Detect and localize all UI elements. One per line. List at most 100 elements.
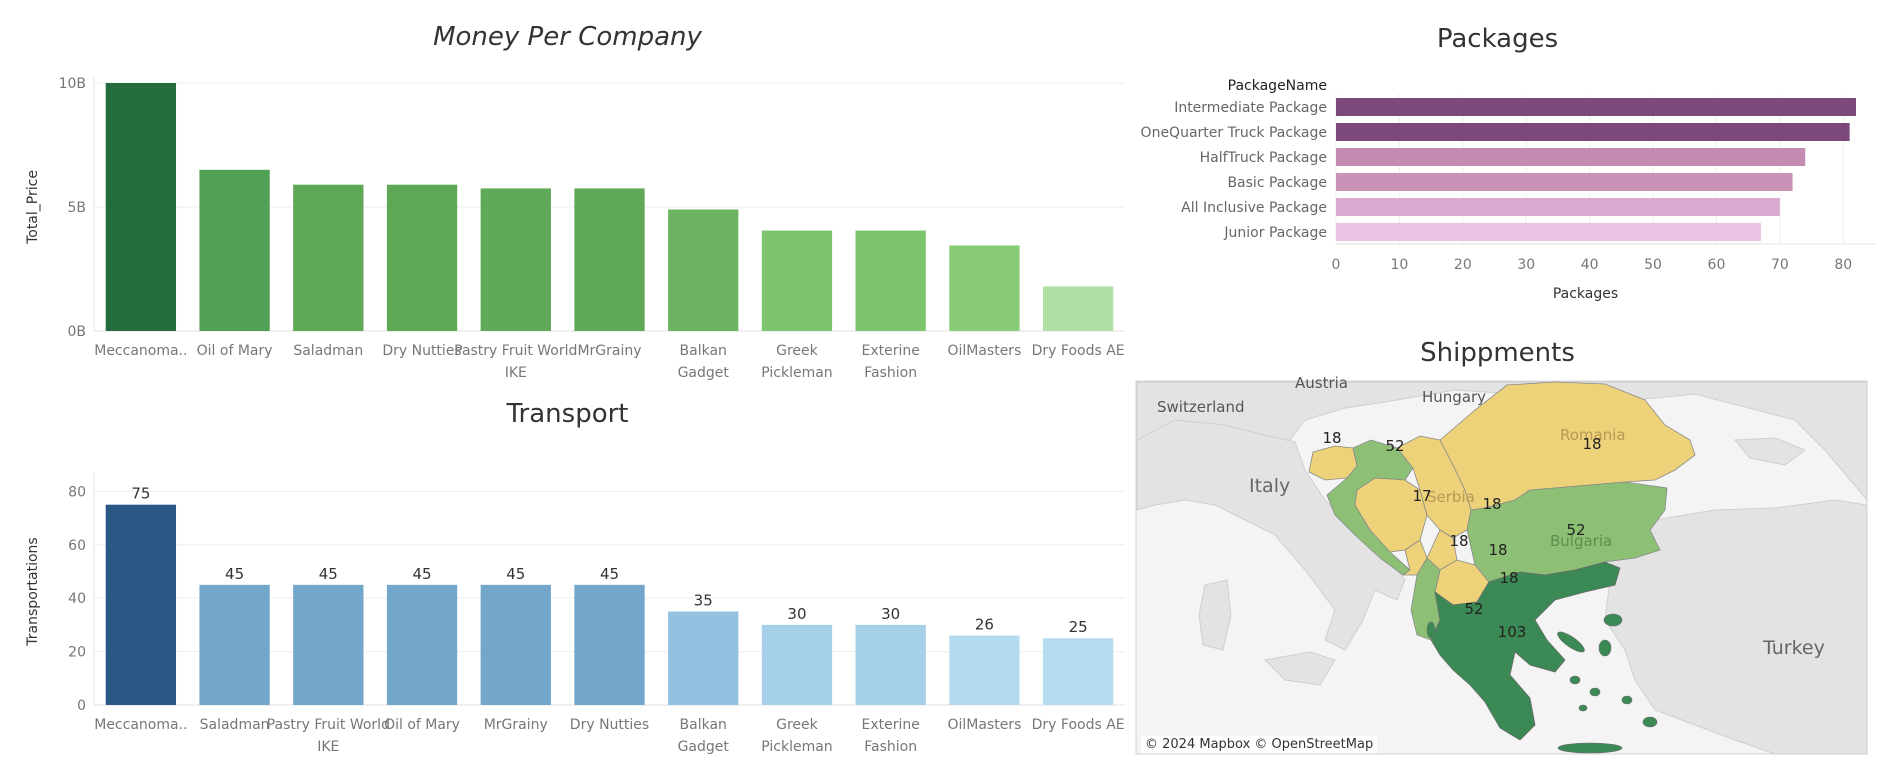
packages-bar[interactable] (1336, 223, 1761, 241)
packages-row-header: PackageName (1228, 78, 1327, 94)
map-value-slovenia: 18 (1322, 429, 1341, 447)
map-value-north-macedonia: 18 (1499, 569, 1518, 587)
transport-data-label: 35 (694, 592, 713, 610)
country-label-hungary: Hungary (1422, 388, 1486, 406)
money-category-label: Saladman (293, 343, 363, 359)
country-label-italy: Italy (1249, 475, 1290, 497)
transport-ytick: 60 (68, 538, 86, 554)
map-value-greece: 103 (1498, 623, 1527, 641)
transport-category-label: MrGrainy (484, 717, 548, 733)
island-dodecanese-1[interactable] (1621, 695, 1633, 705)
packages-category-label: Intermediate Package (1174, 100, 1327, 116)
transport-data-label: 75 (131, 485, 150, 503)
map-value-bosnia: 17 (1412, 487, 1431, 505)
transport-data-label: 45 (506, 565, 525, 583)
transport-data-label: 45 (225, 565, 244, 583)
transport-ytick: 0 (77, 698, 86, 714)
packages-bar[interactable] (1336, 123, 1850, 141)
money-bar[interactable] (761, 230, 833, 331)
money-bar[interactable] (293, 184, 364, 331)
packages-category-label: HalfTruck Package (1200, 150, 1327, 166)
transport-bar[interactable] (1042, 638, 1114, 705)
transport-bar[interactable] (480, 584, 551, 705)
country-label-austria: Austria (1295, 374, 1348, 392)
money-bar[interactable] (855, 230, 926, 331)
country-label-switzerland: Switzerland (1157, 398, 1245, 416)
transport-ytick: 80 (68, 484, 86, 500)
shipments-map[interactable]: Austria Hungary Switzerland Italy Romani… (1135, 330, 1880, 768)
money-category-label: Meccanoma.. (94, 343, 187, 359)
country-label-turkey: Turkey (1762, 637, 1825, 659)
transport-data-label: 25 (1069, 618, 1088, 636)
transport-category-label: Greek Pickleman (761, 717, 832, 755)
money-bar[interactable] (1042, 286, 1114, 331)
money-chart: 0B 5B 10B Total_Price Meccanoma.. Oil of Mary… (25, 76, 1125, 381)
island-cyclades-2[interactable] (1589, 687, 1601, 697)
transport-category-label: Oil of Mary (384, 717, 460, 733)
transport-data-label: 45 (319, 565, 338, 583)
map-value-montenegro: 18 (1449, 532, 1468, 550)
island-cyclades-1[interactable] (1569, 675, 1581, 685)
transport-bar[interactable] (855, 624, 926, 705)
money-category-label: Dry Foods AE (1032, 343, 1125, 359)
island-crete[interactable] (1557, 742, 1623, 754)
packages-category-label: Basic Package (1227, 175, 1327, 191)
packages-xtick: 80 (1834, 257, 1852, 273)
transport-ylabel: Transportations (25, 537, 41, 646)
packages-category-label: OneQuarter Truck Package (1141, 125, 1327, 141)
island-corfu[interactable] (1426, 621, 1436, 639)
packages-xtick: 50 (1644, 257, 1662, 273)
packages-bar[interactable] (1336, 148, 1806, 166)
island-chios[interactable] (1598, 639, 1612, 657)
transport-category-label: Exterine Fashion (861, 717, 919, 755)
transport-bar[interactable] (574, 584, 645, 705)
island-lesbos[interactable] (1603, 613, 1623, 627)
transport-ytick: 40 (68, 591, 86, 607)
packages-bar[interactable] (1336, 198, 1780, 216)
map-value-albania: 52 (1464, 600, 1483, 618)
packages-category-label: All Inclusive Package (1181, 200, 1327, 216)
packages-xtick: 70 (1771, 257, 1789, 273)
money-bar[interactable] (480, 188, 551, 331)
money-category-label: Oil of Mary (197, 343, 273, 359)
money-ylabel: Total_Price (25, 170, 41, 245)
transport-bar[interactable] (105, 504, 177, 705)
money-bar[interactable] (199, 169, 270, 331)
money-panel: Money Per Company 0B 5B 10B Total_Price Mecc… (0, 0, 1135, 385)
money-bar[interactable] (574, 188, 645, 331)
map-value-serbia: 18 (1482, 495, 1501, 513)
money-category-label: Dry Nutties (382, 343, 461, 359)
money-bar[interactable] (668, 209, 739, 331)
transport-bar[interactable] (949, 635, 1020, 705)
map-value-bulgaria: 52 (1566, 521, 1585, 539)
money-category-label: Greek Pickleman (761, 343, 832, 381)
money-category-label: Exterine Fashion (861, 343, 919, 381)
transport-bar[interactable] (386, 584, 458, 705)
transport-bar[interactable] (668, 611, 739, 705)
money-ytick: 5B (67, 200, 86, 216)
map-value-romania: 18 (1582, 435, 1601, 453)
packages-bar[interactable] (1336, 173, 1793, 191)
transport-data-label: 45 (600, 565, 619, 583)
transport-bar[interactable] (293, 584, 364, 705)
money-ytick: 0B (67, 324, 86, 340)
transport-ytick: 20 (68, 645, 86, 661)
transport-bar[interactable] (761, 624, 833, 705)
transport-category-label: Saladman (200, 717, 270, 733)
money-bar[interactable] (105, 83, 177, 331)
money-category-label: Balkan Gadget (678, 343, 730, 381)
transport-bar[interactable] (199, 584, 270, 705)
country-label-serbia: Serbia (1427, 488, 1475, 506)
map-attribution: © 2024 Mapbox © OpenStreetMap (1141, 736, 1378, 753)
transport-panel: Transport 0 20 40 60 80 Transportations 75 Mecc… (0, 385, 1135, 768)
packages-xtick: 40 (1581, 257, 1599, 273)
transport-category-label: Meccanoma.. (94, 717, 187, 733)
map-value-croatia: 52 (1385, 437, 1404, 455)
money-ytick: 10B (59, 76, 86, 92)
island-rhodes[interactable] (1642, 716, 1658, 728)
island-cyclades-3[interactable] (1578, 704, 1588, 712)
money-bar[interactable] (386, 184, 458, 331)
packages-chart: PackageName 0 10 20 30 40 50 60 70 80 Packages Inte… (1141, 78, 1875, 302)
packages-bar[interactable] (1336, 98, 1856, 116)
money-bar[interactable] (949, 245, 1020, 331)
